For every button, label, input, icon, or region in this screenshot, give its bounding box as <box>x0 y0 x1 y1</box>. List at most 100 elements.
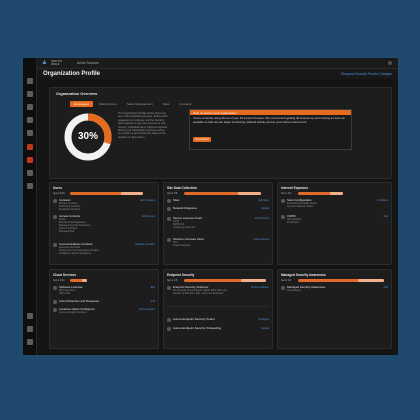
settings-icon[interactable] <box>27 130 33 136</box>
status-icon <box>167 318 171 322</box>
item-sub: Number of Windows, Mac, and Linux Endpoi… <box>173 292 224 296</box>
user-avatar[interactable] <box>388 61 392 65</box>
status-icon <box>281 286 285 290</box>
status-icon <box>53 308 57 312</box>
dashboard-icon[interactable] <box>27 91 33 97</box>
overview-description: The Organization Profile shows where we … <box>118 112 168 139</box>
item-title: Sites <box>173 198 180 202</box>
card-users: Users Items 6/16 Contacts Primary Contac… <box>49 182 159 265</box>
tenant-selector[interactable]: Arctic Secures <box>77 61 99 65</box>
account-icon[interactable] <box>27 339 33 345</box>
alert-box: Help us secure your organization You're … <box>189 109 352 150</box>
progress-bar <box>184 279 266 282</box>
tab-subscriptions[interactable]: Subscriptions <box>95 101 121 107</box>
list-item: Scanner Licenses Used 0/12 Virtual Scann… <box>167 237 263 247</box>
notifications-icon[interactable] <box>27 326 33 332</box>
list-item: Software Licenses Microsoft Azure Office… <box>53 285 149 296</box>
status-icon <box>53 300 57 304</box>
logo-text: ARCTIC WOLF <box>51 59 63 66</box>
list-item: Cloud Detection and Response <box>53 299 149 304</box>
list-item: Network Diagrams <box>167 206 263 211</box>
list-item: Sites <box>167 198 263 203</box>
item-sub: Intelligence Report Recipients <box>59 252 91 256</box>
alert-icon[interactable] <box>27 144 33 150</box>
progress-bar <box>70 279 88 282</box>
edit-contacts-link[interactable]: Edit Contacts <box>140 199 155 202</box>
get-started-button[interactable]: Get Started <box>193 137 211 142</box>
item-sub: Prerequisites <box>287 289 301 293</box>
card-title: Users <box>53 186 62 190</box>
configure-tenant-link[interactable]: Configure <box>258 318 269 321</box>
item-sub: Managed Risk <box>59 230 75 234</box>
status-icon <box>167 327 171 331</box>
card-internet-exposure: Internet Exposure Items 1/3 Scan Configu… <box>277 182 392 265</box>
progress-label: Items 3/8 <box>167 192 178 195</box>
organization-overview: Organization Overview Employees Subscrip… <box>49 87 392 179</box>
item-sub: Approved Login Countries <box>59 311 87 315</box>
upload-onboarding-link[interactable]: Upload <box>261 327 269 330</box>
edit-licenses-link[interactable]: Edit <box>151 286 155 289</box>
add-awareness-link[interactable]: Add <box>384 286 388 289</box>
card-title: Managed Security Awareness <box>281 273 326 277</box>
item-title: Cloud Detection and Response <box>59 299 100 303</box>
card-title: Cloud Services <box>53 273 77 277</box>
status-icon <box>281 199 285 203</box>
help-icon[interactable] <box>27 313 33 319</box>
incident-icon[interactable] <box>27 157 33 163</box>
progress-label: Items 1/10 <box>53 279 65 282</box>
list-item: Endpoint Security Solutions Do Personal … <box>167 285 241 296</box>
item-sub: Office 365 <box>59 292 70 296</box>
status-icon <box>167 238 171 242</box>
progress-label: Items 1/8 <box>167 279 178 282</box>
alert-body: You're currently using 30 out of your 15… <box>193 116 345 124</box>
configure-scan-link[interactable]: Configure <box>377 199 388 202</box>
tab-contacts[interactable]: Contacts <box>175 101 195 107</box>
list-item: Aurora Endpoint Security Onboarding <box>167 326 263 331</box>
request-changes-link[interactable]: Request Security Profile Changes <box>341 72 392 76</box>
list-item: Aurora Endpoint Security Tenant <box>167 317 263 322</box>
card-cloud-services: Cloud Services Items 1/10 Software Licen… <box>49 269 159 349</box>
item-title: Network Diagrams <box>173 206 197 210</box>
card-title: Internet Exposure <box>281 186 309 190</box>
upload-diagram-link[interactable]: Upload <box>261 207 269 210</box>
item-sub: Account Takeover Scans <box>287 205 314 209</box>
item-sub: Virtual Log Collectors <box>173 226 196 230</box>
add-sites-link[interactable]: Add Sites <box>258 199 269 202</box>
home-icon[interactable] <box>27 78 33 84</box>
status-icon <box>167 199 171 203</box>
divider <box>167 306 269 307</box>
page-title: Organization Profile <box>43 71 101 77</box>
network-icon[interactable] <box>27 104 33 110</box>
top-bar: ▲ ARCTIC WOLF Arctic Secures <box>37 58 398 69</box>
title-bar: Organization Profile Request Security Pr… <box>37 69 398 79</box>
review-solution-link[interactable]: Review Solution <box>251 286 269 289</box>
item-title: Aurora Endpoint Security Onboarding <box>173 326 222 330</box>
add-cdr-link[interactable]: Add <box>151 300 155 303</box>
add-scanners-link[interactable]: Add Scanners <box>253 238 269 241</box>
status-icon <box>53 215 57 219</box>
users-icon[interactable] <box>27 183 33 189</box>
back-icon[interactable] <box>27 117 33 123</box>
progress-bar <box>184 192 262 195</box>
add-cspm-link[interactable]: Add <box>384 215 388 218</box>
reports-icon[interactable] <box>27 170 33 176</box>
list-item: Contacts Primary Contacts Monitoring Con… <box>53 198 149 211</box>
edit-access-link[interactable]: Edit Access <box>142 215 155 218</box>
card-security-awareness: Managed Security Awareness Items 2/4 Man… <box>277 269 392 349</box>
status-icon <box>167 286 171 290</box>
item-title: Aurora Endpoint Security Tenant <box>173 317 215 321</box>
completion-percent: 30% <box>77 131 98 142</box>
card-endpoint-security: Endpoint Security Items 1/8 Endpoint Sec… <box>163 269 273 349</box>
manage-contacts-link[interactable]: Manage Contacts <box>135 243 155 246</box>
progress-bar <box>70 192 144 195</box>
add-sensors-link[interactable]: Add Sensors <box>255 217 269 220</box>
list-item: Scan Configuration External Vulnerabilit… <box>281 198 377 209</box>
tab-sales-management[interactable]: Sales Management <box>123 101 157 107</box>
edit-locations-link[interactable]: Edit Locations <box>139 308 155 311</box>
tab-sites[interactable]: Sites <box>159 101 174 107</box>
card-title: Endpoint Security <box>167 273 195 277</box>
progress-label: Items 6/16 <box>53 192 65 195</box>
tab-employees[interactable]: Employees <box>70 101 93 107</box>
list-item: Locations Alerts Configured Approved Log… <box>53 307 149 315</box>
list-item: Access Controls Portal Remote Virtual Ap… <box>53 214 149 234</box>
